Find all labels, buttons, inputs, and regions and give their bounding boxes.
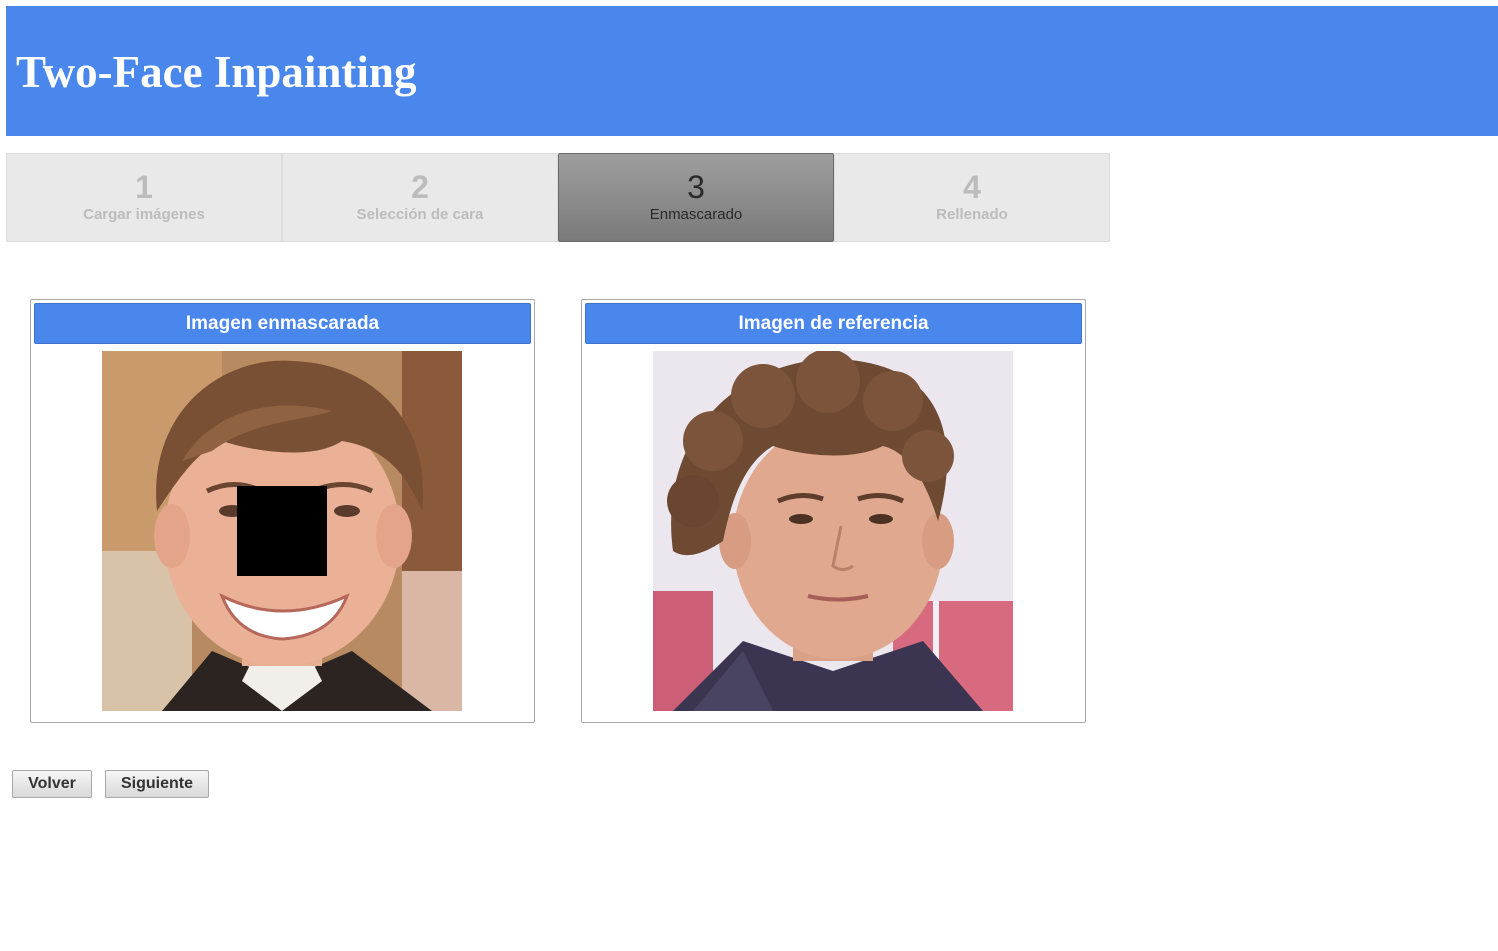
step-label: Cargar imágenes (83, 206, 205, 223)
step-enmascarado[interactable]: 3 Enmascarado (558, 153, 834, 242)
next-button[interactable]: Siguiente (105, 770, 209, 798)
masked-face-photo (102, 351, 462, 711)
step-number: 1 (135, 169, 153, 205)
panel-title: Imagen enmascarada (34, 303, 531, 344)
masked-image (102, 351, 462, 711)
step-rellenado[interactable]: 4 Rellenado (834, 153, 1110, 242)
step-number: 2 (411, 169, 429, 205)
reference-image (653, 351, 1013, 711)
mask-region (237, 486, 327, 576)
step-seleccion-de-cara[interactable]: 2 Selección de cara (282, 153, 558, 242)
step-number: 3 (687, 169, 705, 205)
reference-face-photo (653, 351, 1013, 711)
step-label: Rellenado (936, 206, 1008, 223)
reference-image-panel: Imagen de referencia (581, 299, 1086, 723)
step-cargar-imagenes[interactable]: 1 Cargar imágenes (6, 153, 282, 242)
panel-title: Imagen de referencia (585, 303, 1082, 344)
page-title: Two-Face Inpainting (16, 47, 417, 97)
wizard-steps: 1 Cargar imágenes 2 Selección de cara 3 … (6, 153, 1111, 242)
app-header: Two-Face Inpainting (6, 6, 1498, 136)
step-label: Selección de cara (356, 206, 484, 223)
step-number: 4 (963, 169, 981, 205)
step-label: Enmascarado (649, 206, 743, 223)
masked-image-panel: Imagen enmascarada (30, 299, 535, 723)
back-button[interactable]: Volver (12, 770, 92, 798)
